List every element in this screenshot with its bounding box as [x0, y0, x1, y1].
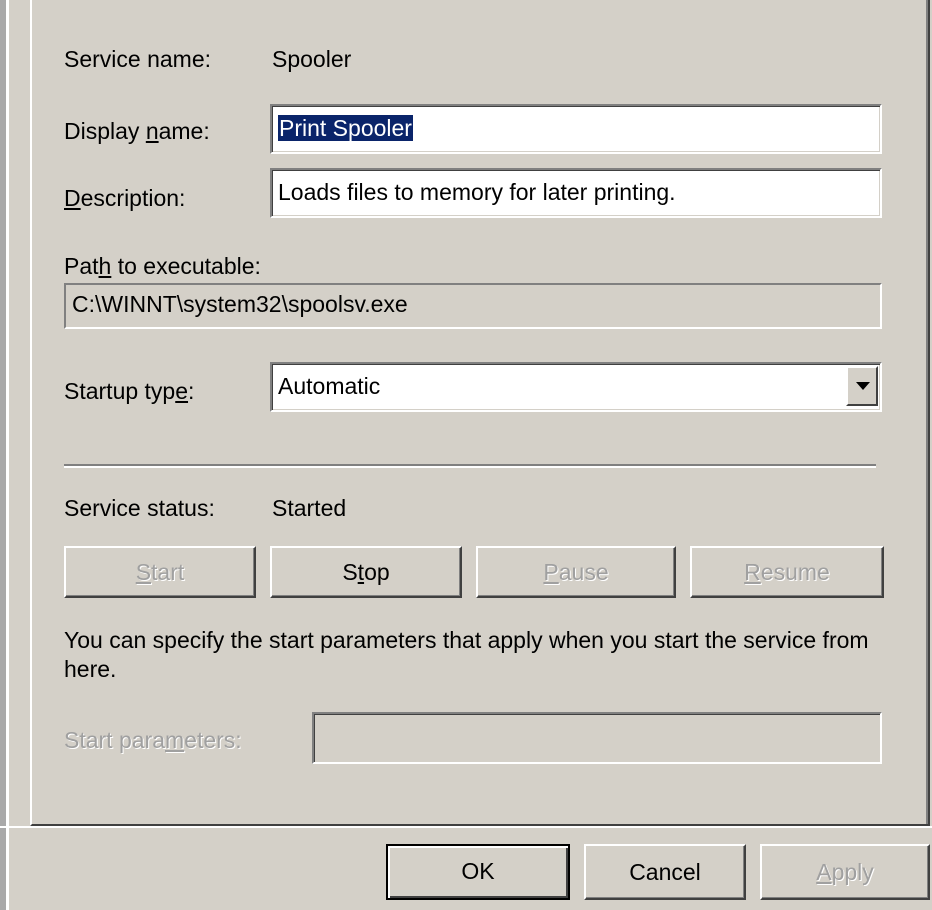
startup-type-label: Startup type: — [64, 378, 195, 404]
pause-button[interactable]: Pause — [476, 546, 676, 598]
service-name-value: Spooler — [272, 46, 352, 72]
ok-button[interactable]: OK — [386, 844, 570, 900]
dropdown-button[interactable] — [846, 366, 878, 406]
description-input[interactable]: Loads files to memory for later printing… — [270, 168, 882, 218]
start-parameters-label: Start parameters: — [64, 727, 242, 753]
startup-type-select[interactable]: Automatic — [270, 362, 882, 412]
start-parameters-info: You can specify the start parameters tha… — [64, 627, 869, 682]
start-parameters-input[interactable] — [312, 712, 882, 764]
service-properties-dialog: Service name: Spooler Display name: Prin… — [0, 0, 932, 910]
resume-button[interactable]: Resume — [690, 546, 884, 598]
display-name-selected-text: Print Spooler — [278, 115, 413, 141]
display-name-input[interactable]: Print Spooler — [270, 104, 882, 154]
startup-type-value: Automatic — [278, 373, 381, 399]
stop-button[interactable]: Stop — [270, 546, 462, 598]
apply-button[interactable]: Apply — [760, 844, 930, 900]
start-button[interactable]: Start — [64, 546, 256, 598]
path-label: Path to executable: — [64, 253, 261, 279]
separator-line — [64, 464, 876, 468]
service-status-label: Service status: — [64, 495, 215, 521]
panel-bottom-highlight — [0, 826, 932, 828]
service-name-label: Service name: — [64, 46, 212, 72]
window-frame-highlight — [6, 0, 9, 910]
cancel-button[interactable]: Cancel — [584, 844, 746, 900]
display-name-label: Display name: — [64, 118, 210, 144]
service-status-value: Started — [272, 495, 347, 521]
description-label: Description: — [64, 185, 186, 211]
chevron-down-icon — [856, 382, 870, 390]
path-field: C:\WINNT\system32\spoolsv.exe — [64, 283, 882, 329]
